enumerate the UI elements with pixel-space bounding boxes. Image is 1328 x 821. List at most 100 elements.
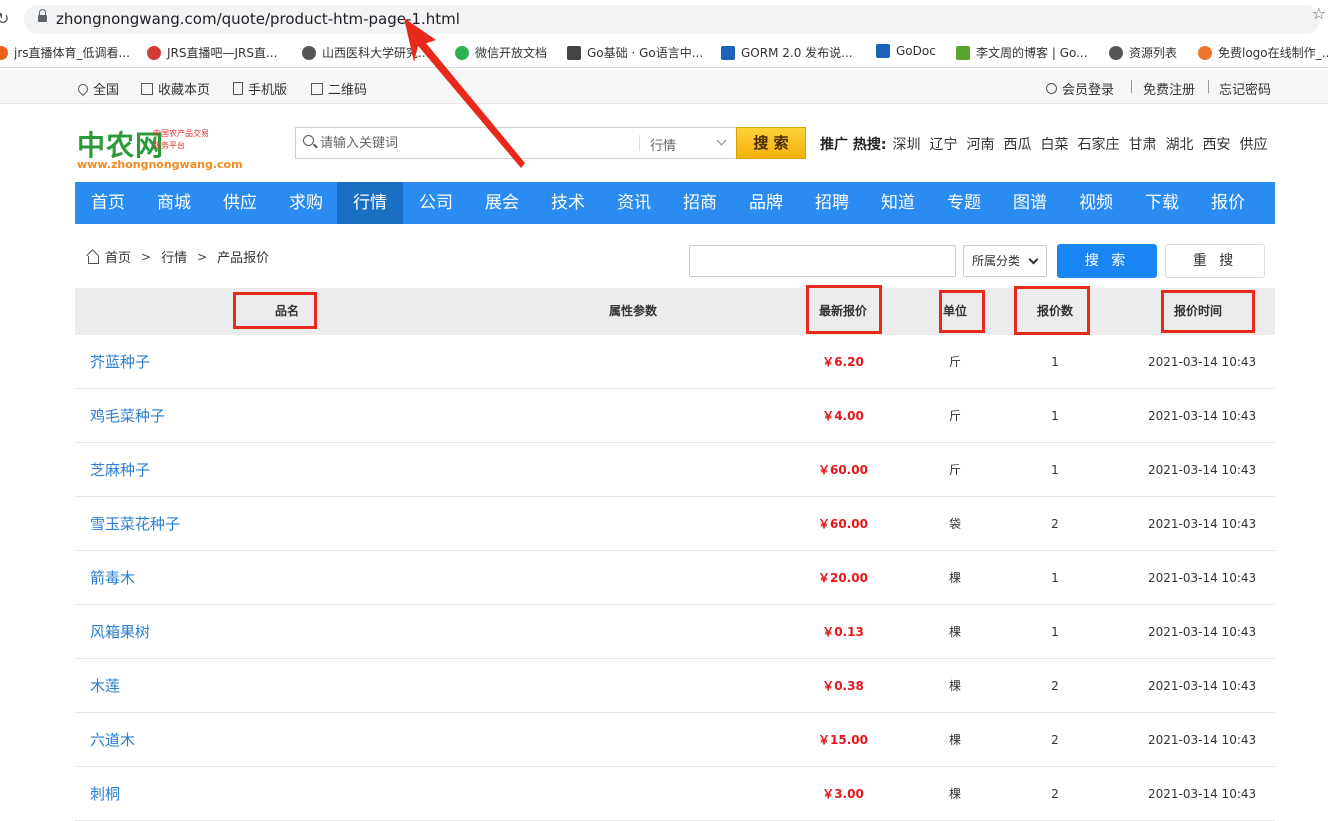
nav-item-gallery[interactable]: 图谱 [997, 182, 1063, 224]
unit-cell: 棵 [948, 787, 961, 801]
time-cell: 2021-03-14 10:43 [1148, 625, 1257, 639]
register-label: 免费注册 [1143, 83, 1196, 98]
hot-word-link[interactable]: 河南 [966, 137, 994, 153]
nav-item-mall[interactable]: 商城 [141, 182, 207, 224]
nav-item-tech[interactable]: 技术 [535, 182, 601, 224]
filter-search-button[interactable]: 搜 索 [1057, 244, 1157, 278]
hot-search-label: 推广 热搜: [820, 137, 887, 153]
bookmark-item[interactable]: 微信开放文档 [455, 44, 547, 61]
browser-address-bar: ↻ zhongnongwang.com/quote/product-htm-pa… [0, 0, 1328, 38]
bookmark-label: jrs直播体育_低调看... [14, 46, 130, 60]
qrcode-link[interactable]: 二维码 [311, 79, 367, 98]
price-cell: ￥0.13 [822, 625, 864, 639]
price-cell: ￥4.00 [822, 409, 864, 423]
nav-item-news[interactable]: 资讯 [601, 182, 667, 224]
nav-item-investment[interactable]: 招商 [667, 182, 733, 224]
bookmark-item[interactable]: GORM 2.0 发布说... [721, 44, 853, 61]
price-cell: ￥6.20 [822, 355, 864, 369]
price-cell: ￥20.00 [818, 571, 868, 585]
breadcrumb-current: 产品报价 [217, 251, 270, 266]
table-row: 刺桐 ￥3.00 棵 2 2021-03-14 10:43 [75, 767, 1275, 821]
time-cell: 2021-03-14 10:43 [1148, 571, 1257, 585]
bookmark-item[interactable]: 李文周的博客 | Go... [956, 44, 1088, 61]
register-link[interactable]: 免费注册 [1143, 79, 1195, 98]
url-field[interactable]: zhongnongwang.com/quote/product-htm-page… [24, 5, 1320, 34]
location-pin-icon [75, 81, 91, 96]
nav-item-quote[interactable]: 报价 [1195, 182, 1261, 224]
bookmark-item[interactable]: 免费logo在线制作_... [1198, 44, 1328, 61]
hot-word-link[interactable]: 辽宁 [929, 137, 957, 153]
bookmark-item[interactable]: GoDoc [876, 44, 936, 58]
table-row: 芥蓝种子 ￥6.20 斤 1 2021-03-14 10:43 [75, 335, 1275, 389]
breadcrumb-home[interactable]: 首页 [105, 247, 131, 266]
nav-item-market[interactable]: 行情 [337, 182, 403, 224]
forgot-password-link[interactable]: 忘记密码 [1219, 79, 1271, 98]
user-icon [1046, 83, 1057, 94]
price-cell: ￥15.00 [818, 733, 868, 747]
bookmarks-bar: jrs直播体育_低调看... JRS直播吧—JRS直... 山西医科大学研究..… [0, 38, 1328, 68]
time-cell: 2021-03-14 10:43 [1148, 517, 1257, 531]
bookmark-item[interactable]: JRS直播吧—JRS直... [147, 44, 277, 61]
nav-item-brand[interactable]: 品牌 [733, 182, 799, 224]
nav-item-purchase[interactable]: 求购 [273, 182, 339, 224]
product-name-link[interactable]: 木莲 [90, 659, 120, 713]
nav-item-video[interactable]: 视频 [1063, 182, 1129, 224]
filter-keyword-input[interactable] [689, 245, 956, 277]
hot-word-link[interactable]: 白菜 [1040, 137, 1068, 153]
hot-word-link[interactable]: 西瓜 [1003, 137, 1031, 153]
chevron-down-icon[interactable] [716, 135, 727, 146]
home-icon [86, 251, 99, 264]
product-name-link[interactable]: 雪玉菜花种子 [90, 497, 180, 551]
search-category-select[interactable]: 行情 [650, 135, 676, 154]
price-cell: ￥60.00 [818, 463, 868, 477]
nav-item-home[interactable]: 首页 [75, 182, 141, 224]
reload-icon[interactable]: ↻ [0, 9, 9, 28]
location-link[interactable]: 全国 [75, 79, 119, 98]
favicon-icon [567, 45, 581, 60]
bookmark-star-icon[interactable]: ☆ [1312, 4, 1326, 23]
nav-item-jobs[interactable]: 招聘 [799, 182, 865, 224]
bookmark-item[interactable]: 山西医科大学研究... [302, 44, 429, 61]
search-icon [303, 135, 314, 146]
bookmark-page-link[interactable]: 收藏本页 [141, 79, 210, 98]
bookmark-item[interactable]: jrs直播体育_低调看... [0, 44, 130, 61]
filter-reset-button[interactable]: 重 搜 [1165, 244, 1265, 278]
breadcrumb-market[interactable]: 行情 [161, 247, 187, 266]
nav-item-expo[interactable]: 展会 [469, 182, 535, 224]
table-row: 雪玉菜花种子 ￥60.00 袋 2 2021-03-14 10:43 [75, 497, 1275, 551]
product-name-link[interactable]: 箭毒木 [90, 551, 135, 605]
bookmark-label: GoDoc [896, 44, 936, 58]
product-name-link[interactable]: 芥蓝种子 [90, 335, 150, 389]
product-name-link[interactable]: 鸡毛菜种子 [90, 389, 165, 443]
nav-item-supply[interactable]: 供应 [207, 182, 273, 224]
bookmark-item[interactable]: 资源列表 [1109, 44, 1177, 61]
category-select[interactable]: 所属分类 [963, 245, 1047, 277]
nav-item-download[interactable]: 下载 [1129, 182, 1195, 224]
unit-cell: 斤 [948, 355, 961, 369]
site-search-input[interactable] [320, 128, 630, 158]
product-name-link[interactable]: 风箱果树 [90, 605, 150, 659]
divider [1131, 80, 1132, 93]
time-cell: 2021-03-14 10:43 [1148, 409, 1257, 423]
site-search-button[interactable]: 搜 索 [736, 127, 806, 159]
time-cell: 2021-03-14 10:43 [1148, 733, 1257, 747]
mobile-version-link[interactable]: 手机版 [233, 79, 287, 98]
product-name-link[interactable]: 芝麻种子 [90, 443, 150, 497]
hot-word-link[interactable]: 深圳 [892, 137, 920, 153]
hot-word-link[interactable]: 西安 [1202, 137, 1230, 153]
table-row: 木莲 ￥0.38 棵 2 2021-03-14 10:43 [75, 659, 1275, 713]
annotation-box [1161, 290, 1255, 333]
product-name-link[interactable]: 六道木 [90, 713, 135, 767]
nav-item-company[interactable]: 公司 [403, 182, 469, 224]
site-logo[interactable]: 中农网 中国农产品交易服务平台 www.zhongnongwang.com [77, 124, 247, 174]
product-name-link[interactable]: 刺桐 [90, 767, 120, 821]
hot-word-link[interactable]: 石家庄 [1077, 137, 1119, 153]
nav-item-topics[interactable]: 专题 [931, 182, 997, 224]
hot-word-link[interactable]: 湖北 [1165, 137, 1193, 153]
hot-word-link[interactable]: 甘肃 [1128, 137, 1156, 153]
hot-word-link[interactable]: 供应 [1239, 137, 1267, 153]
table-row: 箭毒木 ￥20.00 棵 1 2021-03-14 10:43 [75, 551, 1275, 605]
bookmark-item[interactable]: Go基础 · Go语言中... [567, 44, 703, 61]
login-link[interactable]: 会员登录 [1046, 79, 1114, 98]
nav-item-qa[interactable]: 知道 [865, 182, 931, 224]
